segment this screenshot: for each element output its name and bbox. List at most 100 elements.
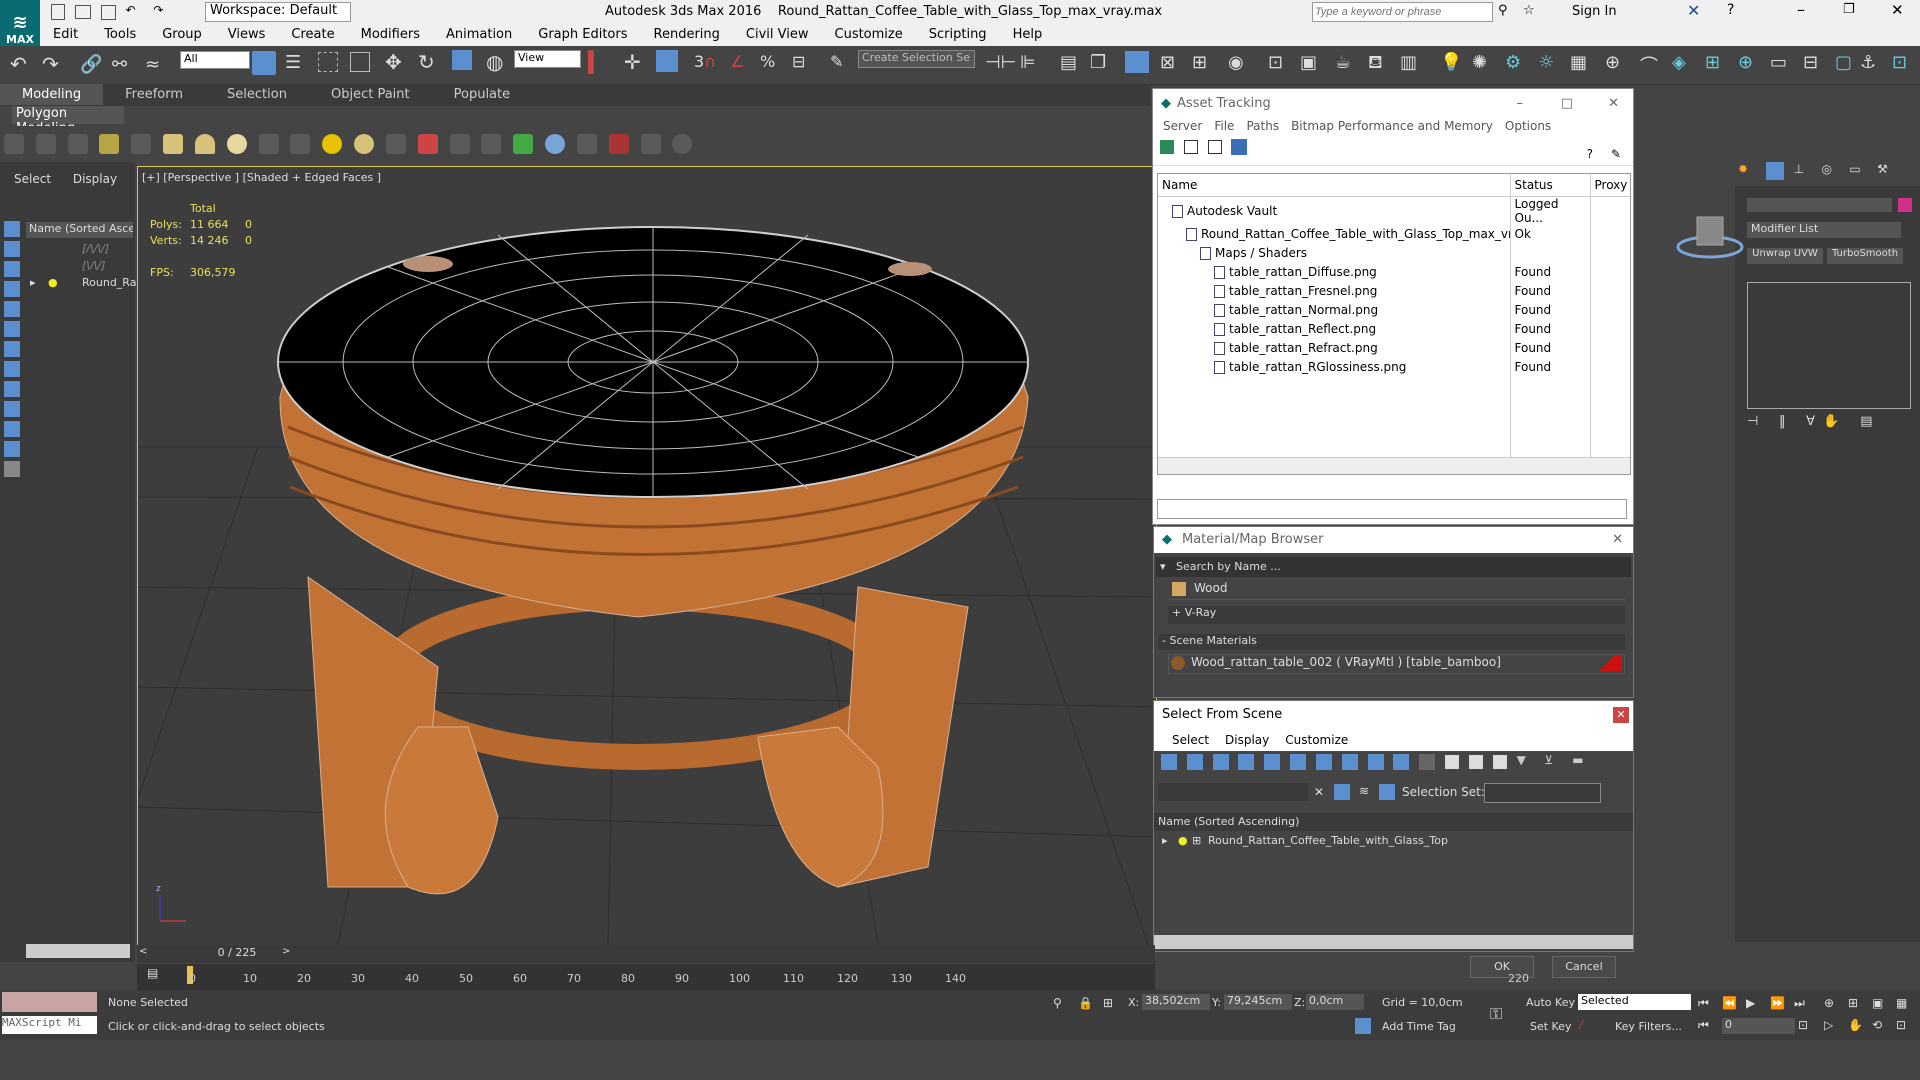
plant-icon[interactable] bbox=[513, 134, 534, 154]
display-helpers-icon[interactable] bbox=[1264, 754, 1281, 770]
named-selection-set-dropdown[interactable]: Create Selection Se bbox=[858, 50, 975, 68]
column-header-proxy[interactable]: Proxy S bbox=[1590, 174, 1631, 196]
tab-freeform[interactable]: Freeform bbox=[103, 84, 205, 105]
edit-named-selection-icon[interactable]: ✎ bbox=[830, 52, 843, 71]
exchange-icon[interactable]: ✕ bbox=[1687, 1, 1700, 20]
filter-bones-icon[interactable] bbox=[4, 381, 20, 397]
vray-fur-icon[interactable]: ⌒ bbox=[1640, 52, 1658, 78]
selection-set-dropdown[interactable] bbox=[1484, 783, 1601, 803]
help-search-input[interactable] bbox=[1312, 2, 1493, 22]
display-tab-icon[interactable]: ▭ bbox=[1849, 162, 1867, 180]
current-frame-field[interactable]: 0 bbox=[1722, 1018, 1795, 1034]
menu-item-customize[interactable]: Customize bbox=[822, 24, 916, 45]
move-icon[interactable]: ✥ bbox=[385, 50, 402, 74]
globe-icon[interactable] bbox=[545, 134, 566, 154]
open-file-icon[interactable] bbox=[74, 5, 91, 19]
render-frame-icon[interactable] bbox=[67, 134, 88, 154]
camera-icon[interactable] bbox=[131, 134, 152, 154]
expand-arrow-icon[interactable]: ▸ bbox=[1162, 831, 1168, 851]
mirror-icon[interactable]: ⊣⊢ bbox=[985, 52, 1016, 73]
material-group-wood[interactable]: Wood bbox=[1168, 581, 1625, 600]
help-icon[interactable] bbox=[672, 134, 693, 154]
snaps-toggle-icon[interactable]: 3∩ bbox=[694, 52, 716, 71]
schematic-view-icon[interactable]: ⊞ bbox=[1192, 52, 1207, 73]
light-icon[interactable]: 💡 bbox=[1440, 52, 1462, 73]
menu-item-select[interactable]: Select bbox=[1164, 733, 1217, 747]
sphere-icon[interactable] bbox=[226, 134, 247, 154]
z-coordinate-field[interactable]: 0,0cm bbox=[1306, 994, 1364, 1010]
vray-frame-buffer-icon[interactable]: ▦ bbox=[1570, 52, 1587, 73]
menu-item-display[interactable]: Display bbox=[1217, 733, 1277, 747]
keyboard-shortcut-override-icon[interactable] bbox=[656, 50, 678, 72]
table-row[interactable]: table_rattan_Fresnel.png Found bbox=[1158, 281, 1630, 301]
render-in-cloud-icon[interactable]: ▥ bbox=[1400, 52, 1417, 73]
list-view-icon[interactable] bbox=[1183, 140, 1198, 154]
horizontal-scrollbar[interactable] bbox=[26, 944, 130, 958]
perspective-viewport[interactable]: [+] [Perspective ] [Shaded + Edged Faces… bbox=[137, 166, 1157, 946]
horizontal-scrollbar[interactable] bbox=[1154, 935, 1633, 949]
vray-light-icon[interactable]: ⚙ bbox=[1505, 52, 1521, 73]
object-color-swatch[interactable] bbox=[1898, 198, 1912, 212]
new-file-icon[interactable] bbox=[51, 4, 65, 20]
zoom-all-icon[interactable]: ⊞ bbox=[1848, 996, 1858, 1010]
collapse-icon[interactable]: ▬ bbox=[1572, 753, 1590, 771]
rendered-frame-window-icon[interactable]: ▣ bbox=[1300, 52, 1317, 73]
maxscript-input[interactable]: MAXScript Mi bbox=[2, 1016, 97, 1034]
filter-helpers-icon[interactable] bbox=[4, 301, 20, 317]
pan-icon[interactable]: ✋ bbox=[1848, 1018, 1863, 1032]
y-coordinate-field[interactable]: 79,245cm bbox=[1224, 994, 1292, 1010]
unlink-icon[interactable]: ⚯ bbox=[112, 54, 127, 75]
rotate-icon[interactable]: ↻ bbox=[418, 50, 435, 74]
select-manipulate-icon[interactable]: ✛ bbox=[624, 50, 641, 74]
reference-coordinate-dropdown[interactable]: View bbox=[514, 50, 581, 68]
previous-frame-icon[interactable]: ⏪ bbox=[1722, 996, 1737, 1010]
menu-item-scripting[interactable]: Scripting bbox=[916, 24, 1000, 45]
orbit-icon[interactable]: ⟲ bbox=[1872, 1018, 1882, 1032]
tab-select[interactable]: Select bbox=[14, 172, 51, 186]
modifier-list-dropdown[interactable]: Modifier List bbox=[1747, 222, 1901, 238]
menu-item-modifiers[interactable]: Modifiers bbox=[348, 24, 433, 45]
link-icon[interactable]: 🔗 bbox=[80, 54, 102, 75]
select-all-icon[interactable] bbox=[1445, 755, 1460, 769]
hierarchy-icon[interactable] bbox=[1379, 784, 1395, 800]
absolute-mode-icon[interactable]: ⊞ bbox=[1103, 996, 1113, 1010]
material-icon[interactable] bbox=[608, 134, 629, 154]
filter-geometry-icon[interactable] bbox=[4, 221, 20, 237]
set-key-curve-icon[interactable]: ⁄ bbox=[1580, 1018, 1582, 1032]
time-slider-prev[interactable]: < bbox=[139, 946, 147, 957]
maximize-viewport-icon[interactable]: ⊡ bbox=[1896, 1018, 1906, 1032]
menu-item-bitmap-performance-and-memory[interactable]: Bitmap Performance and Memory bbox=[1285, 119, 1499, 133]
menu-item-options[interactable]: Options bbox=[1499, 119, 1557, 133]
list-item[interactable]: ▸ ● Round_Ra bbox=[26, 276, 136, 293]
scale-icon[interactable] bbox=[452, 50, 472, 70]
make-unique-icon[interactable]: ∀ bbox=[1806, 414, 1815, 429]
render-iterative-icon[interactable]: ⛾ bbox=[1368, 52, 1383, 76]
filter-all-icon[interactable] bbox=[4, 461, 20, 477]
binoculars-icon[interactable]: ⚲ bbox=[1498, 3, 1508, 18]
unwrap-uvw-button[interactable]: Unwrap UVW bbox=[1747, 248, 1823, 264]
workspace-dropdown[interactable]: Workspace: Default bbox=[205, 2, 351, 22]
time-slider[interactable]: < 0 / 225 > bbox=[137, 945, 1155, 963]
motion-tab-icon[interactable]: ◎ bbox=[1821, 162, 1839, 180]
menu-item-edit[interactable]: Edit bbox=[40, 24, 91, 45]
light-bulb-icon[interactable]: ● bbox=[1178, 831, 1188, 851]
table-row[interactable]: table_rattan_Reflect.png Found bbox=[1158, 319, 1630, 339]
render-setup-icon[interactable]: ⊡ bbox=[1268, 52, 1283, 73]
search-options-icon[interactable]: ▾ bbox=[1160, 557, 1166, 577]
render-production-icon[interactable]: ☕ bbox=[1335, 52, 1351, 73]
menu-item-tools[interactable]: Tools bbox=[91, 24, 149, 45]
table-row[interactable]: table_rattan_Normal.png Found bbox=[1158, 300, 1630, 320]
percent-snap-icon[interactable]: % bbox=[760, 52, 775, 71]
ribbon-panel-polygon-modeling[interactable]: Polygon Modeling bbox=[12, 106, 124, 136]
window-crossing-icon[interactable] bbox=[350, 52, 370, 72]
tripod-icon[interactable] bbox=[449, 134, 470, 154]
vray-mesh-export-icon[interactable]: ⊕ bbox=[1738, 52, 1753, 73]
cloud-icon[interactable] bbox=[35, 134, 56, 154]
zoom-icon[interactable]: ⊕ bbox=[1824, 996, 1834, 1010]
time-tag-icon[interactable] bbox=[1355, 1018, 1371, 1034]
play-icon[interactable]: ▶ bbox=[1746, 996, 1755, 1010]
layers-icon[interactable]: ≋ bbox=[1359, 784, 1369, 798]
filter-spacewarps-icon[interactable] bbox=[4, 321, 20, 337]
menu-item-group[interactable]: Group bbox=[149, 24, 215, 45]
display-geometry-icon[interactable] bbox=[1161, 754, 1177, 770]
